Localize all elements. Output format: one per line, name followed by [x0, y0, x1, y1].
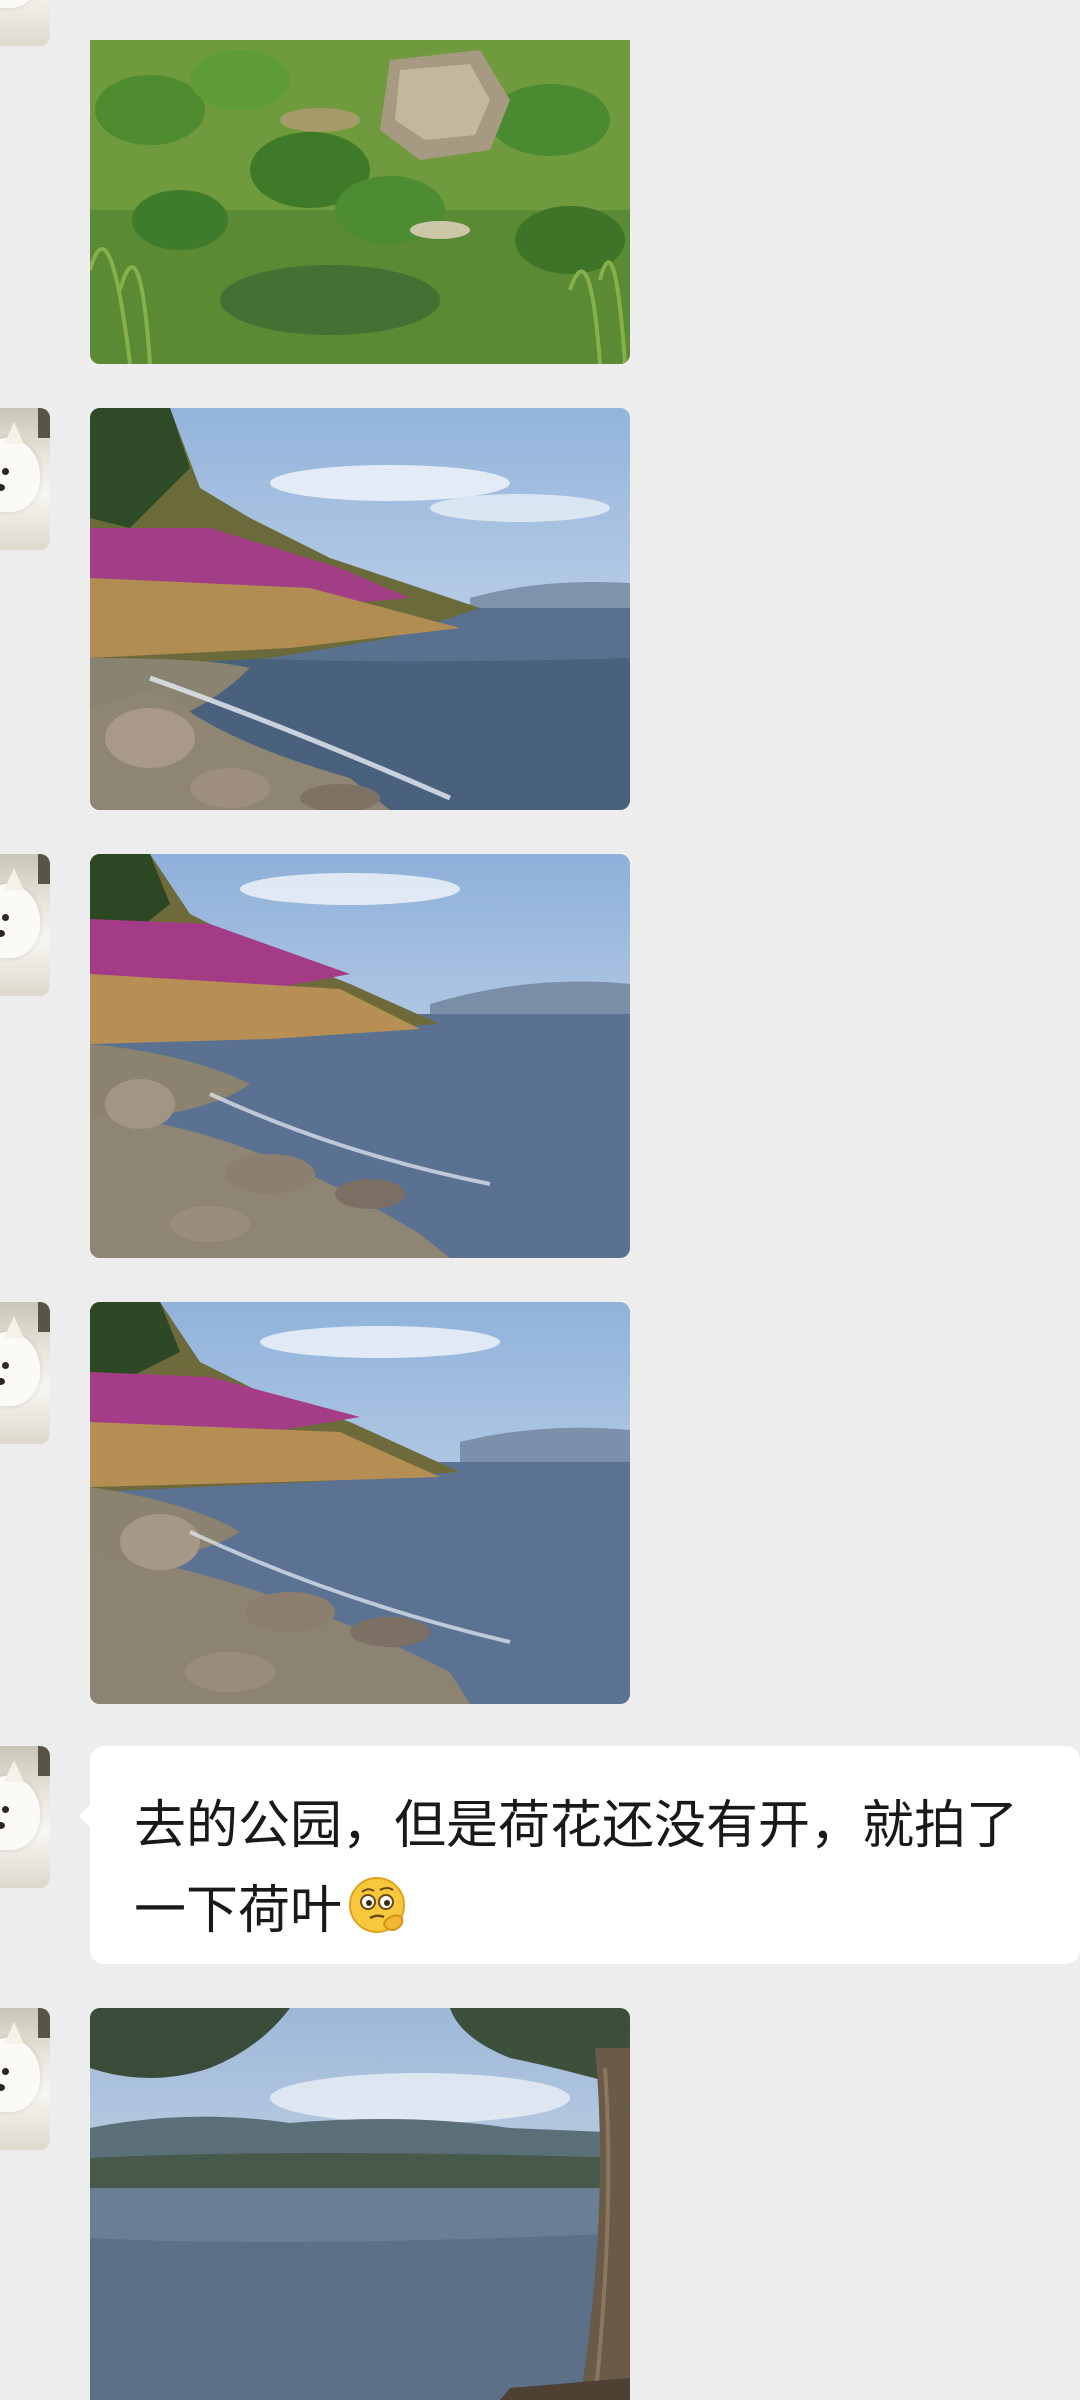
sender-avatar[interactable]	[0, 2008, 50, 2150]
message-text: 去的公园，但是荷花还没有开，就拍了一下荷叶	[134, 1796, 1019, 1941]
lakeshore-photo	[90, 1302, 630, 1704]
image-message-lakeshore-2[interactable]	[90, 854, 630, 1258]
sender-avatar[interactable]	[0, 0, 50, 46]
sender-avatar[interactable]	[0, 854, 50, 996]
lotus-pond-photo	[90, 40, 630, 364]
sender-avatar[interactable]	[0, 1746, 50, 1888]
image-message-lotus-pond[interactable]	[90, 40, 630, 364]
sender-avatar[interactable]	[0, 408, 50, 550]
lake-with-trees-photo	[90, 2008, 630, 2400]
image-message-lakeshore-1[interactable]	[90, 408, 630, 810]
text-message-bubble[interactable]: 去的公园，但是荷花还没有开，就拍了一下荷叶	[78, 1746, 1080, 1964]
chat-message-list[interactable]: 去的公园，但是荷花还没有开，就拍了一下荷叶	[0, 0, 1080, 2400]
thinking-face-emoji-icon	[349, 1877, 406, 1933]
lakeshore-photo	[90, 408, 630, 810]
image-message-lakeshore-3[interactable]	[90, 1302, 630, 1704]
sender-avatar[interactable]	[0, 1302, 50, 1444]
image-message-lake-with-trees[interactable]	[90, 2008, 630, 2400]
lakeshore-photo	[90, 854, 630, 1258]
